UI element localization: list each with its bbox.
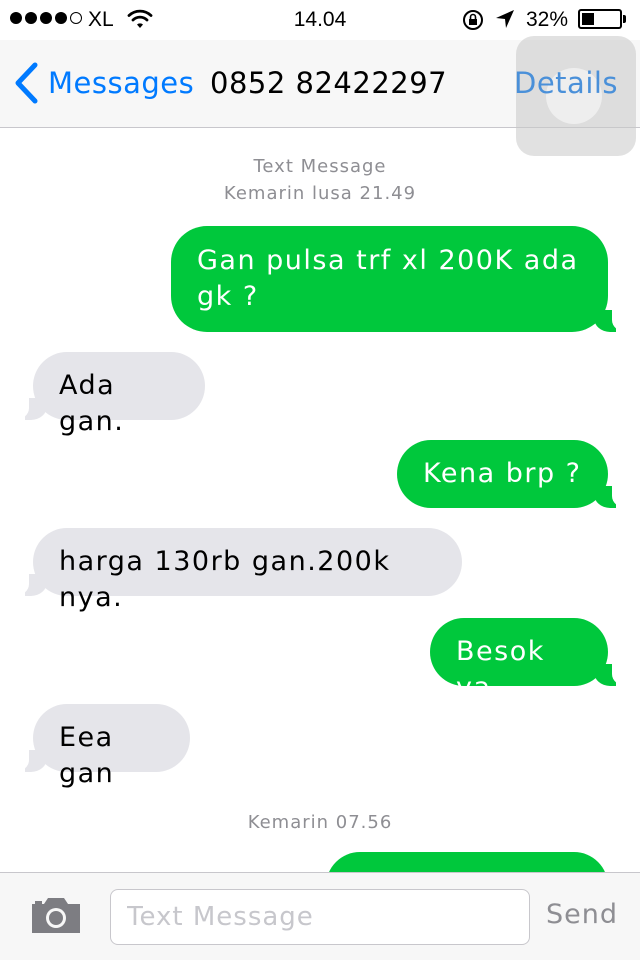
message-bubble-outgoing[interactable]: Kena brp ? [397, 440, 626, 508]
message-bubble-incoming[interactable]: harga 130rb gan.200k nya. [15, 528, 462, 613]
location-arrow-icon [495, 9, 515, 35]
battery-icon [578, 9, 622, 29]
details-button[interactable]: Details [514, 66, 618, 100]
message-text: Besok ya [456, 636, 545, 703]
chevron-left-icon [15, 62, 38, 104]
thread-type-label: Text Message [253, 156, 387, 177]
message-bubble-outgoing[interactable]: Besok ya [430, 618, 626, 703]
message-input[interactable] [110, 889, 530, 945]
send-button[interactable]: Send [546, 899, 618, 930]
message-text: Ada gan. [59, 370, 125, 437]
navigation-bar: Messages 0852 82422297 Details [0, 36, 640, 156]
message-text: Gan pulsa trf xl 200K ada gk ? [197, 245, 579, 312]
message-text: harga 130rb gan.200k nya. [59, 546, 391, 613]
message-text: Eea gan [59, 722, 115, 789]
contact-title: 0852 82422297 [210, 66, 448, 100]
timestamp: Kemarin 07.56 [247, 812, 393, 833]
message-text: Kena brp ? [423, 458, 582, 489]
battery-tip-icon [623, 15, 626, 23]
timestamp: Kemarin lusa 21.49 [223, 183, 417, 204]
message-bubble-incoming[interactable]: Ada gan. [15, 352, 205, 437]
message-bubble-incoming[interactable]: Eea gan [15, 704, 190, 789]
battery-percent: 32% [526, 8, 569, 31]
rotation-lock-icon [461, 8, 485, 38]
compose-bar: Send [0, 872, 640, 960]
status-bar: XL 14.04 32% [0, 0, 640, 40]
message-bubble-outgoing[interactable]: Gan pulsa trf xl 200K ada gk ? [171, 226, 626, 332]
camera-icon[interactable] [30, 895, 82, 939]
back-button[interactable]: Messages [14, 62, 194, 104]
back-button-label: Messages [48, 66, 195, 100]
